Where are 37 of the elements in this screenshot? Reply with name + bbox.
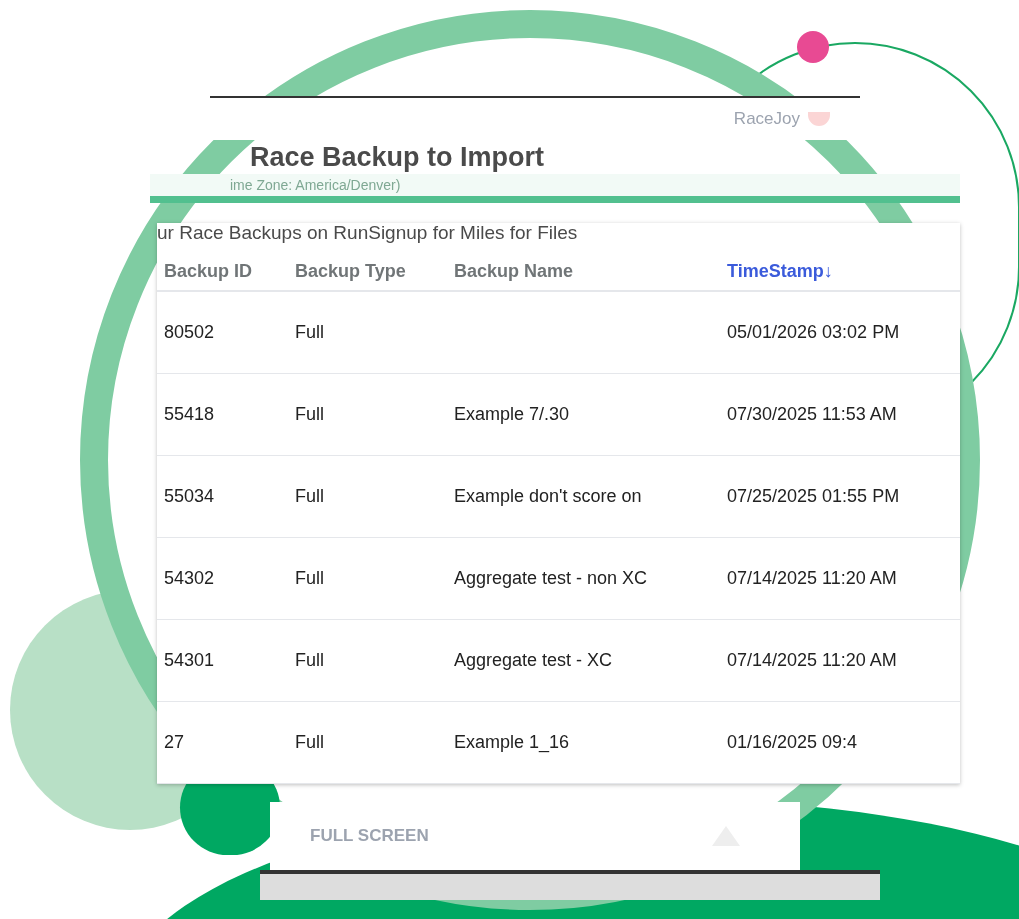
table-cell: Full: [295, 649, 324, 670]
table-cell: 07/14/2025 11:20 AM: [727, 649, 897, 670]
table-cell: Aggregate test - non XC: [454, 567, 648, 588]
column-header[interactable]: TimeStamp↓: [720, 258, 940, 285]
table-cell: 55418: [164, 403, 215, 424]
table-cell: 55034: [164, 485, 215, 506]
table-row[interactable]: 27 Full Example 1_16 01/16/2025 09:4: [157, 701, 960, 784]
table-row[interactable]: 54302 Full Aggregate test - non XC 07/14/2025 11:20 AM: [157, 537, 960, 620]
table-row[interactable]: 80502 Full 05/01/2026 03:02 PM: [157, 291, 960, 374]
column-header[interactable]: Backup Type: [288, 258, 447, 285]
table-cell: Full: [295, 403, 324, 424]
time-zone-label: ime Zone: America/Denver): [230, 175, 401, 195]
brand-icon: [808, 112, 830, 126]
table-row[interactable]: 54301 Full Aggregate test - XC 07/14/2025 11:20 AM: [157, 619, 960, 702]
table-cell: Full: [295, 731, 324, 752]
table-cell: 01/16/2025 09:4: [727, 731, 858, 752]
table-row[interactable]: 55418 Full Example 7/.30 07/30/2025 11:53 AM: [157, 373, 960, 456]
table-cell: 07/14/2025 11:20 AM: [727, 567, 897, 588]
table-row[interactable]: 55034 Full Example don't score on 07/25/2025 01:55 PM: [157, 455, 960, 538]
table-cell: 54302: [164, 567, 215, 588]
card-heading: ur Race Backups on RunSignup for Miles for Files: [157, 221, 579, 245]
table-cell: Full: [295, 321, 324, 342]
table-cell: Example 1_16: [454, 731, 570, 752]
table-cell: Aggregate test - XC: [454, 649, 613, 670]
table-cell: 05/01/2026 03:02 PM: [727, 321, 900, 342]
table-cell: 27: [164, 731, 185, 752]
table-cell: 07/25/2025 01:55 PM: [727, 485, 900, 506]
table-cell: 54301: [164, 649, 215, 670]
table-cell: Full: [295, 567, 324, 588]
table-cell: 07/30/2025 11:53 AM: [727, 403, 897, 424]
dialog-title: Race Backup to Import: [250, 141, 546, 174]
column-header[interactable]: Backup Name: [447, 258, 720, 285]
table-cell: 80502: [164, 321, 215, 342]
column-header[interactable]: Backup ID: [157, 258, 288, 285]
table-cell: Example 7/.30: [454, 403, 570, 424]
table-cell: Full: [295, 485, 324, 506]
table-cell: Example don't score on: [454, 485, 642, 506]
